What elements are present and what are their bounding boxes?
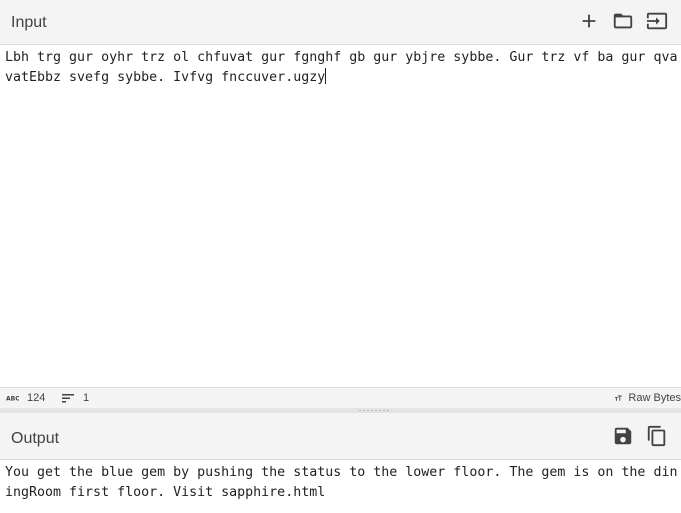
output-header: Output	[0, 413, 681, 460]
input-status-bar: ABC 124 1 Raw Bytes	[0, 387, 681, 408]
abc-icon: ABC	[6, 396, 19, 403]
copy-output-button[interactable]	[643, 422, 671, 450]
save-icon	[614, 427, 632, 445]
lines-value: 1	[83, 392, 90, 404]
output-text: You get the blue gem by pushing the stat…	[5, 465, 678, 500]
length-value: 124	[27, 392, 46, 404]
plus-icon	[582, 14, 596, 28]
lines-stat: 1	[62, 388, 89, 408]
resize-grip	[358, 409, 390, 412]
output-title: Output	[11, 430, 60, 447]
copy-icon	[647, 425, 666, 447]
svg-text:ABC: ABC	[6, 396, 19, 403]
input-header: Input	[0, 0, 681, 45]
save-output-button[interactable]	[609, 422, 637, 450]
import-icon	[646, 12, 668, 30]
input-textarea[interactable]: Lbh trg gur oyhr trz ol chfuvat gur fgng…	[5, 48, 681, 384]
add-input-button[interactable]	[575, 7, 603, 35]
length-stat: ABC 124	[6, 388, 45, 408]
encoding-selector[interactable]: Raw Bytes	[615, 388, 681, 408]
input-title: Input	[11, 14, 47, 31]
text-size-icon	[615, 395, 622, 401]
output-textarea[interactable]: You get the blue gem by pushing the stat…	[5, 463, 681, 511]
folder-icon	[613, 13, 633, 29]
sort-lines-icon	[62, 394, 74, 403]
input-text: Lbh trg gur oyhr trz ol chfuvat gur fgng…	[5, 50, 678, 85]
load-recipe-button[interactable]	[643, 7, 671, 35]
open-file-button[interactable]	[609, 7, 637, 35]
encoding-value: Raw Bytes	[628, 392, 681, 404]
text-cursor	[325, 68, 327, 84]
